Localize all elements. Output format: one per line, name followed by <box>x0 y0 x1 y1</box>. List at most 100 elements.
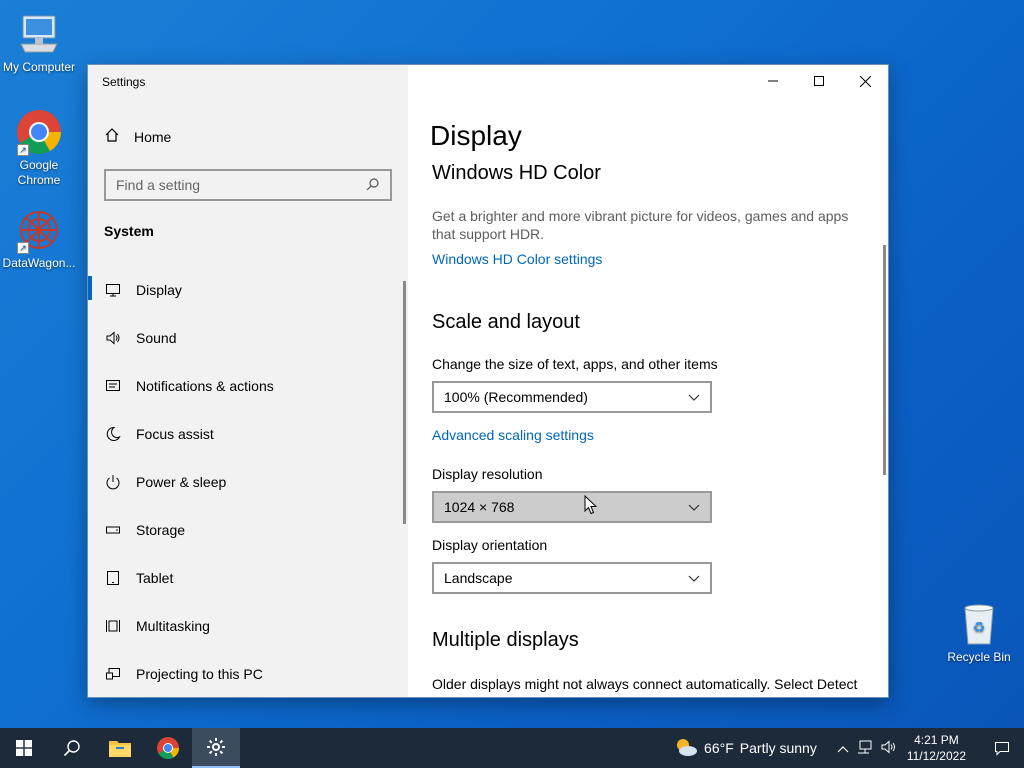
hd-color-description: Get a brighter and more vibrant picture … <box>432 208 849 242</box>
desktop-icon-label: My Computer <box>2 60 76 74</box>
sidebar-item-label: Notifications & actions <box>136 378 274 394</box>
svg-text:♻: ♻ <box>973 620 986 636</box>
maximize-button[interactable] <box>796 65 842 97</box>
sidebar-item-tablet[interactable]: Tablet <box>88 554 408 602</box>
search-icon <box>366 177 380 194</box>
sidebar-item-display[interactable]: Display <box>88 266 408 314</box>
sidebar-item-projecting[interactable]: Projecting to this PC <box>88 650 408 697</box>
chevron-down-icon <box>688 570 700 586</box>
search-icon <box>63 740 80 757</box>
resolution-dropdown[interactable]: 1024 × 768 <box>432 491 712 523</box>
desktop-icon-recycle-bin[interactable]: ♻ Recycle Bin <box>940 600 1018 665</box>
volume-icon[interactable] <box>881 739 897 757</box>
maximize-icon <box>814 76 824 86</box>
datawagon-icon: ↗ <box>15 206 63 254</box>
home-label: Home <box>134 128 172 145</box>
close-icon <box>859 75 871 87</box>
search-placeholder: Find a setting <box>116 177 201 193</box>
section-title: System <box>104 223 154 239</box>
action-center-button[interactable] <box>980 728 1024 768</box>
sidebar-item-power-sleep[interactable]: Power & sleep <box>88 458 408 506</box>
weather-widget[interactable]: 66°F Partly sunny <box>674 737 817 760</box>
monitor-icon <box>104 281 122 299</box>
sidebar-scrollbar[interactable] <box>403 281 406 524</box>
multiple-displays-description: Older displays might not always connect … <box>432 676 858 692</box>
desktop-icon-datawagon[interactable]: ↗ DataWagon... <box>0 206 78 271</box>
recycle-bin-icon: ♻ <box>955 600 1003 648</box>
scale-layout-heading: Scale and layout <box>432 311 580 333</box>
taskbar-chrome[interactable] <box>144 728 192 768</box>
taskbar-file-explorer[interactable] <box>96 728 144 768</box>
action-center-icon <box>995 742 1009 756</box>
clock-time: 4:21 PM <box>914 733 959 747</box>
sidebar-item-sound[interactable]: Sound <box>88 314 408 362</box>
clock-date: 11/12/2022 <box>906 749 966 763</box>
sidebar-item-label: Display <box>136 282 182 298</box>
window-controls <box>750 65 888 97</box>
desktop-icon-label: Recycle Bin <box>947 650 1011 664</box>
orientation-value: Landscape <box>444 570 513 586</box>
close-button[interactable] <box>842 65 888 97</box>
sidebar-item-label: Focus assist <box>136 426 214 442</box>
taskbar-search-button[interactable] <box>48 728 96 768</box>
system-tray: 66°F Partly sunny 4:21 PM 11/12/2022 <box>674 728 1024 768</box>
sidebar-item-storage[interactable]: Storage <box>88 506 408 554</box>
chevron-up-icon[interactable] <box>837 740 849 756</box>
speaker-icon <box>104 329 122 347</box>
hd-color-settings-link[interactable]: Windows HD Color settings <box>432 251 602 267</box>
page-title: Display <box>430 120 522 151</box>
desktop-icon-label: DataWagon... <box>2 256 76 270</box>
sidebar-nav: Display Sound Notifications & actions Fo… <box>88 266 408 697</box>
storage-icon <box>104 521 122 539</box>
orientation-label: Display orientation <box>432 537 548 553</box>
gear-icon <box>207 738 225 756</box>
resolution-value: 1024 × 768 <box>444 499 515 515</box>
content-pane: Display Windows HD Color Get a brighter … <box>408 65 888 697</box>
weather-temperature: 66°F <box>704 740 734 756</box>
sidebar-item-label: Tablet <box>136 570 174 586</box>
sidebar-item-label: Sound <box>136 330 177 346</box>
window-title: Settings <box>102 75 146 89</box>
network-icon[interactable] <box>857 740 873 757</box>
sidebar-item-label: Projecting to this PC <box>136 666 263 682</box>
scale-size-value: 100% (Recommended) <box>444 389 588 405</box>
sidebar-item-label: Multitasking <box>136 618 210 634</box>
notification-icon <box>104 377 122 395</box>
windows-logo-icon <box>16 740 32 756</box>
tray-icons <box>837 739 897 757</box>
advanced-scaling-link[interactable]: Advanced scaling settings <box>432 427 594 443</box>
shortcut-arrow-icon: ↗ <box>17 144 29 156</box>
desktop-icon-label: Google Chrome <box>17 158 61 187</box>
search-input[interactable]: Find a setting <box>104 169 392 201</box>
moon-icon <box>104 425 122 443</box>
scale-size-dropdown[interactable]: 100% (Recommended) <box>432 381 712 413</box>
content-scrollbar[interactable] <box>883 245 886 475</box>
taskbar-settings[interactable] <box>192 728 240 768</box>
resolution-label: Display resolution <box>432 466 543 482</box>
tablet-icon <box>104 569 122 587</box>
sidebar-item-multitasking[interactable]: Multitasking <box>88 602 408 650</box>
settings-window: Settings Home Find a setting System Disp… <box>88 65 888 697</box>
chrome-icon: ↗ <box>15 108 63 156</box>
start-button[interactable] <box>0 728 48 768</box>
folder-icon <box>109 741 131 757</box>
clock[interactable]: 4:21 PM 11/12/2022 <box>907 732 966 764</box>
multiple-displays-heading: Multiple displays <box>432 629 579 651</box>
hd-color-heading: Windows HD Color <box>432 162 601 184</box>
computer-icon <box>15 10 63 58</box>
minimize-icon <box>768 80 778 82</box>
sidebar-item-notifications[interactable]: Notifications & actions <box>88 362 408 410</box>
desktop-icon-my-computer[interactable]: My Computer <box>0 10 78 75</box>
taskbar: 66°F Partly sunny 4:21 PM 11/12/2022 <box>0 728 1024 768</box>
sidebar-home[interactable]: Home <box>104 127 171 146</box>
orientation-dropdown[interactable]: Landscape <box>432 562 712 594</box>
minimize-button[interactable] <box>750 65 796 97</box>
multitasking-icon <box>104 617 122 635</box>
sidebar-item-label: Storage <box>136 522 186 538</box>
partly-sunny-icon <box>674 737 698 760</box>
chevron-down-icon <box>688 389 700 405</box>
chrome-icon <box>157 737 179 759</box>
desktop-icon-google-chrome[interactable]: ↗ Google Chrome <box>0 108 78 188</box>
sidebar-item-focus-assist[interactable]: Focus assist <box>88 410 408 458</box>
sidebar-item-label: Power & sleep <box>136 474 227 490</box>
